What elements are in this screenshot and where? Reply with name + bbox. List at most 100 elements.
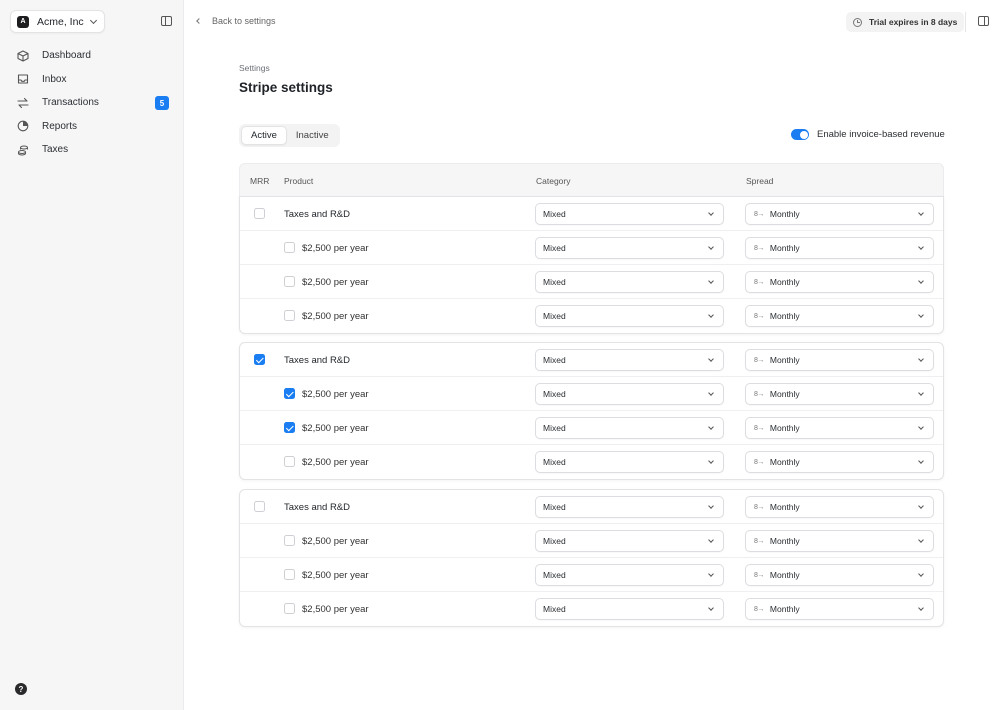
spread-select[interactable]: 8→ Monthly	[745, 237, 934, 259]
sidebar-item-reports[interactable]: Reports	[10, 115, 174, 139]
category-value: Mixed	[543, 502, 566, 512]
coins-icon	[16, 143, 29, 156]
spread-value: Monthly	[769, 502, 800, 512]
spread-select[interactable]: 8→ Monthly	[745, 496, 934, 518]
chevron-down-icon	[708, 278, 714, 284]
spread-icon: 8→	[754, 503, 764, 511]
spread-icon: 8→	[754, 356, 764, 364]
category-select[interactable]: Mixed	[535, 598, 724, 620]
tab-active[interactable]: Active	[241, 126, 287, 145]
mrr-checkbox[interactable]	[254, 208, 265, 219]
category-value: Mixed	[543, 604, 566, 614]
right-panel-toggle-icon[interactable]	[978, 16, 989, 26]
spread-value: Monthly	[769, 536, 800, 546]
product-row: Taxes and R&D Mixed 8→ Monthly	[240, 343, 943, 377]
sidebar-nav: Dashboard Inbox Transactions 5 Reports T…	[10, 44, 174, 162]
spread-select[interactable]: 8→ Monthly	[745, 530, 934, 552]
spread-select[interactable]: 8→ Monthly	[745, 305, 934, 327]
spread-icon: 8→	[754, 537, 764, 545]
price-row: $2,500 per year Mixed 8→ Monthly	[240, 377, 943, 411]
sidebar-item-transactions[interactable]: Transactions 5	[10, 91, 174, 115]
price-label: $2,500 per year	[302, 277, 369, 288]
mrr-checkbox[interactable]	[254, 501, 265, 512]
chevron-down-icon	[918, 210, 924, 216]
chevron-down-icon	[708, 503, 714, 509]
arrows-swap-icon	[16, 96, 29, 109]
mrr-checkbox[interactable]	[284, 535, 295, 546]
category-value: Mixed	[543, 277, 566, 287]
price-row: $2,500 per year Mixed 8→ Monthly	[240, 592, 943, 626]
chevron-down-icon	[708, 537, 714, 543]
chevron-down-icon	[918, 278, 924, 284]
spread-select[interactable]: 8→ Monthly	[745, 451, 934, 473]
chevron-down-icon	[708, 424, 714, 430]
sidebar-item-inbox[interactable]: Inbox	[10, 68, 174, 92]
invoice-revenue-toggle[interactable]	[791, 129, 809, 140]
spread-select[interactable]: 8→ Monthly	[745, 349, 934, 371]
sidebar-item-dashboard[interactable]: Dashboard	[10, 44, 174, 68]
category-select[interactable]: Mixed	[535, 237, 724, 259]
sidebar-item-label: Inbox	[42, 73, 67, 85]
spread-value: Monthly	[769, 277, 800, 287]
chevron-down-icon	[708, 605, 714, 611]
table-header: MRR Product Category Spread	[239, 163, 944, 197]
invoice-revenue-setting: Enable invoice-based revenue	[791, 129, 945, 140]
price-label: $2,500 per year	[302, 311, 369, 322]
chevron-down-icon	[708, 390, 714, 396]
category-select[interactable]: Mixed	[535, 305, 724, 327]
spread-value: Monthly	[769, 311, 800, 321]
spread-icon: 8→	[754, 458, 764, 466]
spread-select[interactable]: 8→ Monthly	[745, 271, 934, 293]
category-select[interactable]: Mixed	[535, 530, 724, 552]
trial-status-badge[interactable]: Trial expires in 8 days	[846, 12, 965, 32]
help-icon[interactable]: ?	[15, 683, 27, 695]
mrr-checkbox[interactable]	[284, 422, 295, 433]
price-label: $2,500 per year	[302, 570, 369, 581]
tab-inactive[interactable]: Inactive	[287, 126, 338, 145]
category-select[interactable]: Mixed	[535, 271, 724, 293]
mrr-checkbox[interactable]	[284, 388, 295, 399]
top-bar: Back to settings Trial expires in 8 days	[184, 0, 1000, 44]
category-select[interactable]: Mixed	[535, 349, 724, 371]
spread-select[interactable]: 8→ Monthly	[745, 598, 934, 620]
sidebar-collapse-icon[interactable]	[161, 16, 172, 26]
column-header-product: Product	[284, 176, 314, 186]
spread-select[interactable]: 8→ Monthly	[745, 564, 934, 586]
mrr-checkbox[interactable]	[284, 276, 295, 287]
chevron-down-icon	[918, 424, 924, 430]
spread-select[interactable]: 8→ Monthly	[745, 417, 934, 439]
mrr-checkbox[interactable]	[284, 569, 295, 580]
price-label: $2,500 per year	[302, 243, 369, 254]
category-select[interactable]: Mixed	[535, 564, 724, 586]
sidebar-item-taxes[interactable]: Taxes	[10, 138, 174, 162]
mrr-checkbox[interactable]	[284, 456, 295, 467]
spread-value: Monthly	[769, 570, 800, 580]
sidebar-item-label: Reports	[42, 120, 78, 132]
spread-select[interactable]: 8→ Monthly	[745, 383, 934, 405]
category-select[interactable]: Mixed	[535, 203, 724, 225]
chevron-down-icon	[918, 356, 924, 362]
category-select[interactable]: Mixed	[535, 451, 724, 473]
mrr-checkbox[interactable]	[254, 354, 265, 365]
category-select[interactable]: Mixed	[535, 496, 724, 518]
category-value: Mixed	[543, 243, 566, 253]
back-to-settings-link[interactable]: Back to settings	[196, 16, 276, 26]
price-label: $2,500 per year	[302, 457, 369, 468]
clock-icon	[853, 17, 862, 27]
spread-select[interactable]: 8→ Monthly	[745, 203, 934, 225]
column-header-mrr: MRR	[250, 176, 270, 186]
product-row: Taxes and R&D Mixed 8→ Monthly	[240, 490, 943, 524]
category-value: Mixed	[543, 457, 566, 467]
chevron-left-icon	[196, 18, 202, 24]
spread-value: Monthly	[769, 423, 800, 433]
category-select[interactable]: Mixed	[535, 417, 724, 439]
mrr-checkbox[interactable]	[284, 603, 295, 614]
category-select[interactable]: Mixed	[535, 383, 724, 405]
mrr-checkbox[interactable]	[284, 310, 295, 321]
chevron-down-icon	[708, 312, 714, 318]
org-switcher-button[interactable]: A Acme, Inc	[10, 10, 105, 33]
spread-icon: 8→	[754, 571, 764, 579]
spread-icon: 8→	[754, 390, 764, 398]
mrr-checkbox[interactable]	[284, 242, 295, 253]
org-logo: A	[17, 15, 29, 28]
